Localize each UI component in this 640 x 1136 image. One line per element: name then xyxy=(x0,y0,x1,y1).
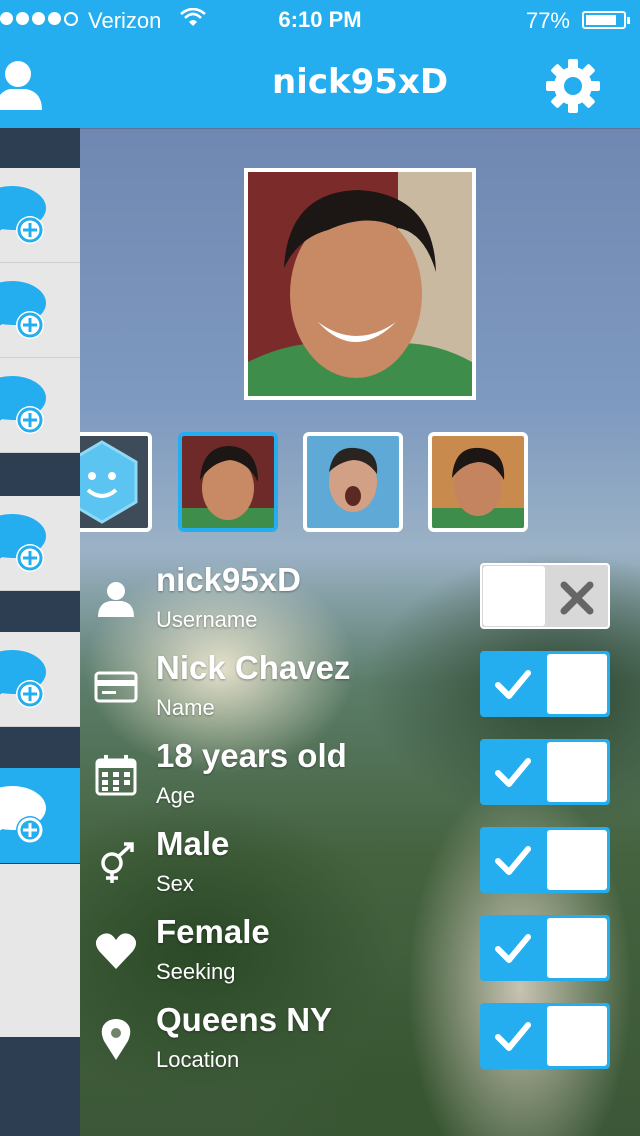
sidebar-profile-button[interactable] xyxy=(0,40,80,128)
field-row-age: 18 years old Age xyxy=(80,737,640,827)
field-row-username: nick95xD Username xyxy=(80,561,640,651)
status-bar: Verizon 6:10 PM 77% xyxy=(0,0,640,40)
field-value: Female xyxy=(156,913,270,950)
field-value: 18 years old xyxy=(156,737,347,774)
field-row-sex: Male Sex xyxy=(80,825,640,915)
field-label: Age xyxy=(156,783,196,808)
heart-icon xyxy=(95,933,137,969)
close-x-icon xyxy=(560,581,594,615)
photo-thumbnail-1[interactable] xyxy=(178,432,278,532)
field-row-name: Nick Chavez Name xyxy=(80,649,640,739)
field-label: Username xyxy=(156,607,258,632)
photo-thumbnail-3[interactable] xyxy=(428,432,528,532)
battery-percent: 77% xyxy=(525,8,570,33)
profile-photo[interactable] xyxy=(244,168,476,400)
add-chat-icon xyxy=(0,376,46,434)
share-toggle[interactable] xyxy=(480,563,610,629)
sidebar-empty-panel xyxy=(0,864,80,1037)
profile-photo-image xyxy=(248,172,472,396)
field-label: Name xyxy=(156,695,215,720)
add-chat-icon xyxy=(0,650,46,708)
location-pin-icon xyxy=(101,1019,131,1060)
add-chat-icon xyxy=(0,514,46,572)
share-toggle[interactable] xyxy=(480,915,610,981)
field-row-seeking: Female Seeking xyxy=(80,913,640,1003)
field-value: Male xyxy=(156,825,230,862)
sidebar-item-chat[interactable] xyxy=(0,168,80,263)
sidebar-item-chat[interactable] xyxy=(0,632,80,727)
share-toggle[interactable] xyxy=(480,1003,610,1069)
checkmark-icon xyxy=(495,758,531,787)
thumbnail-image xyxy=(432,436,524,528)
field-row-location: Queens NY Location xyxy=(80,1001,640,1091)
card-icon xyxy=(94,671,138,703)
field-value: nick95xD xyxy=(156,561,301,598)
share-toggle[interactable] xyxy=(480,739,610,805)
sidebar-item-chat[interactable] xyxy=(0,358,80,453)
checkmark-icon xyxy=(495,934,531,963)
checkmark-icon xyxy=(495,846,531,875)
sidebar-item-chat[interactable] xyxy=(0,496,80,591)
share-toggle[interactable] xyxy=(480,827,610,893)
thumbnail-image xyxy=(307,436,399,528)
navigation-bar: nick95xD xyxy=(80,40,640,128)
add-chat-icon xyxy=(0,281,46,339)
field-label: Sex xyxy=(156,871,194,896)
field-label: Seeking xyxy=(156,959,236,984)
gender-icon xyxy=(101,842,134,883)
add-chat-icon xyxy=(0,786,46,844)
thumbnail-image xyxy=(182,436,274,528)
field-label: Location xyxy=(156,1047,240,1072)
settings-gear-icon[interactable] xyxy=(544,57,602,115)
field-value: Queens NY xyxy=(156,1001,333,1038)
sidebar xyxy=(0,40,80,1136)
checkmark-icon xyxy=(495,670,531,699)
field-value: Nick Chavez xyxy=(156,649,351,686)
person-icon xyxy=(0,61,42,110)
battery-icon xyxy=(582,11,630,29)
share-toggle[interactable] xyxy=(480,651,610,717)
calendar-icon xyxy=(95,755,137,796)
sidebar-item-chat[interactable] xyxy=(0,263,80,358)
add-chat-icon xyxy=(0,186,46,244)
person-icon xyxy=(98,582,134,617)
photo-thumbnail-2[interactable] xyxy=(303,432,403,532)
checkmark-icon xyxy=(495,1022,531,1051)
sidebar-item-chat-active[interactable] xyxy=(0,768,80,863)
